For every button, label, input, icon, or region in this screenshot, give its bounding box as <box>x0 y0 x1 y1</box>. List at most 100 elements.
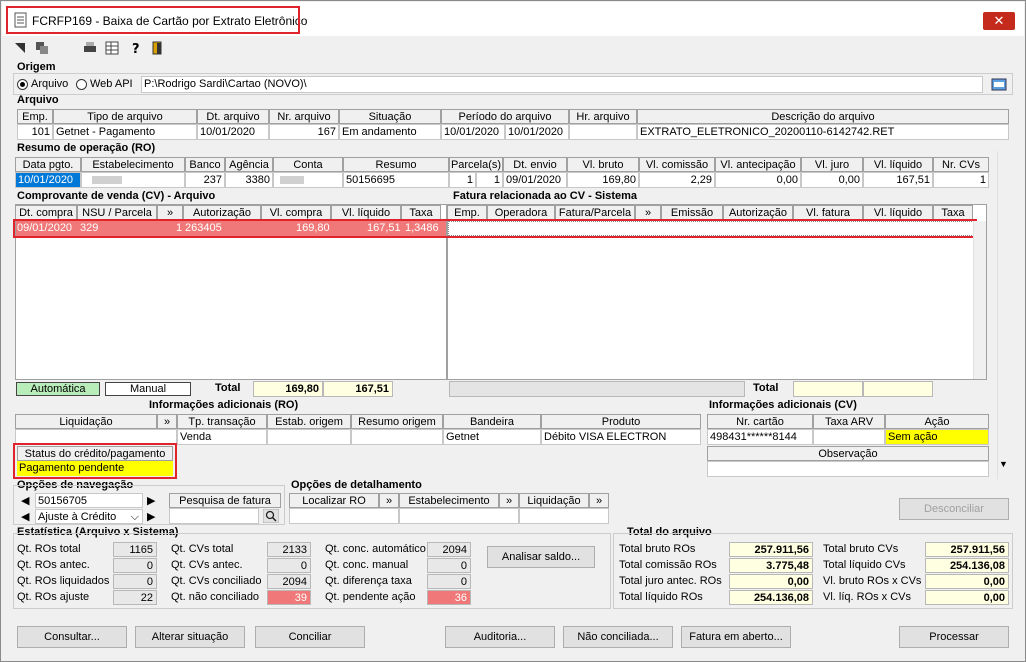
inf-col-produto: Produto <box>541 414 701 429</box>
inf-resumo-origem[interactable] <box>351 429 443 445</box>
cv-col-vl-compra: Vl. compra <box>261 205 331 220</box>
ro-resumo[interactable]: 50156695 <box>343 172 449 188</box>
inf-tp-transacao[interactable]: Venda <box>177 429 267 445</box>
nav-ro-input[interactable]: 50156705 <box>35 493 143 508</box>
inf-col-expand[interactable]: » <box>157 414 177 429</box>
estat-value: 36 <box>427 590 471 605</box>
fat-col-emissao: Emissão <box>661 205 723 220</box>
arquivo-situacao[interactable]: Em andamento <box>339 124 441 140</box>
fatura-total-liquido <box>863 381 933 397</box>
col-data-pgto: Data pgto. <box>15 157 81 172</box>
cv-info-cartao[interactable]: 498431******8144 <box>707 429 813 445</box>
inf-estab-origem[interactable] <box>267 429 351 445</box>
inf-col-liquidacao: Liquidação <box>15 414 157 429</box>
inf-bandeira[interactable]: Getnet <box>443 429 541 445</box>
scroll-down-icon[interactable]: ▼ <box>999 459 1008 469</box>
cv-info-taxa-arv[interactable] <box>813 429 885 445</box>
ro-vl-liquido[interactable]: 167,51 <box>863 172 933 188</box>
col-banco: Banco <box>185 157 225 172</box>
estat-label: Qt. CVs conciliado <box>171 575 262 587</box>
arquivo-periodo-ini[interactable]: 10/01/2020 <box>441 124 505 140</box>
arquivo-tipo[interactable]: Getnet - Pagamento <box>53 124 197 140</box>
ro-parcela-1[interactable]: 1 <box>449 172 476 188</box>
analisar-saldo-button[interactable]: Analisar saldo... <box>487 546 595 568</box>
arquivo-periodo-fim[interactable]: 10/01/2020 <box>505 124 569 140</box>
pesquisa-fatura-input[interactable] <box>169 508 259 524</box>
ro-vl-juro[interactable]: 0,00 <box>801 172 863 188</box>
printer-icon[interactable] <box>83 41 97 55</box>
localizar-ro-input[interactable] <box>289 508 399 524</box>
nav-next-icon[interactable]: ▶ <box>147 494 155 507</box>
ro-nr-cvs[interactable]: 1 <box>933 172 989 188</box>
nav-next2-icon[interactable]: ▶ <box>147 510 155 523</box>
arquivo-descricao[interactable]: EXTRATO_ELETRONICO_20200110-6142742.RET <box>637 124 1009 140</box>
grid-icon[interactable] <box>105 41 119 55</box>
cv-col-expand[interactable]: » <box>157 205 183 220</box>
estat-label: Qt. ROs liquidados <box>17 575 110 587</box>
folder-browse-icon[interactable] <box>991 77 1007 91</box>
arquivo-emp[interactable]: 101 <box>17 124 53 140</box>
ro-parcela-2[interactable]: 1 <box>476 172 503 188</box>
total-value: 0,00 <box>925 574 1009 589</box>
liquidacao-expand[interactable]: » <box>589 493 609 508</box>
inf-produto[interactable]: Débito VISA ELECTRON <box>541 429 701 445</box>
alterar-situacao-button[interactable]: Alterar situação <box>135 626 245 648</box>
auditoria-button[interactable]: Auditoria... <box>445 626 555 648</box>
ro-dt-envio[interactable]: 09/01/2020 <box>503 172 567 188</box>
arquivo-dt[interactable]: 10/01/2020 <box>197 124 269 140</box>
localizar-ro-expand[interactable]: » <box>379 493 399 508</box>
ro-banco[interactable]: 237 <box>185 172 225 188</box>
arquivo-radio[interactable] <box>17 79 28 90</box>
cv-info-acao[interactable]: Sem ação <box>885 429 989 445</box>
exit-icon[interactable] <box>151 41 165 55</box>
estat-value: 0 <box>113 574 157 589</box>
nav-type-select[interactable]: Ajuste à Crédito ⌵ <box>35 509 143 524</box>
estab-input[interactable] <box>399 508 519 524</box>
ro-vl-antecipacao[interactable]: 0,00 <box>715 172 801 188</box>
close-button[interactable]: ✕ <box>983 12 1015 30</box>
fat-col-vl-liquido: Vl. líquido <box>863 205 933 220</box>
ro-estab[interactable] <box>81 172 185 188</box>
nao-conciliada-button[interactable]: Não conciliada... <box>563 626 673 648</box>
search-icon[interactable] <box>263 509 279 523</box>
cv-total-label: Total <box>215 382 241 394</box>
chevron-down-icon: ⌵ <box>130 511 139 523</box>
observacao-field[interactable] <box>707 461 989 477</box>
estat-label: Qt. conc. automático <box>325 543 426 555</box>
arrow-back-icon[interactable] <box>13 41 27 55</box>
webapi-radio[interactable] <box>76 79 87 90</box>
path-input[interactable]: P:\Rodrigo Sardi\Cartao (NOVO)\ <box>141 76 983 93</box>
estat-value: 2133 <box>267 542 311 557</box>
estat-value: 22 <box>113 590 157 605</box>
ro-vl-comissao[interactable]: 2,29 <box>639 172 715 188</box>
total-value: 0,00 <box>925 590 1009 605</box>
ro-agencia[interactable]: 3380 <box>225 172 273 188</box>
liquidacao-input[interactable] <box>519 508 609 524</box>
arquivo-hr[interactable] <box>569 124 637 140</box>
estab-expand[interactable]: » <box>499 493 519 508</box>
consultar-button[interactable]: Consultar... <box>17 626 127 648</box>
legend-manual: Manual <box>105 382 191 396</box>
layers-icon[interactable] <box>35 41 49 55</box>
ro-data-pgto[interactable]: 10/01/2020 <box>15 172 81 188</box>
inf-col-resumo-origem: Resumo origem <box>351 414 443 429</box>
desconciliar-button[interactable]: Desconciliar <box>899 498 1009 520</box>
processar-button[interactable]: Processar <box>899 626 1009 648</box>
conciliar-button[interactable]: Conciliar <box>255 626 365 648</box>
nav-prev2-icon[interactable]: ◀ <box>21 510 29 523</box>
main-vertical-scrollbar[interactable] <box>997 151 1011 479</box>
liquidacao-label: Liquidação <box>519 493 589 508</box>
fat-col-expand[interactable]: » <box>635 205 661 220</box>
ro-conta[interactable] <box>273 172 343 188</box>
fatura-hscroll[interactable] <box>449 381 745 397</box>
help-icon[interactable]: ? <box>129 41 143 55</box>
nav-prev-icon[interactable]: ◀ <box>21 494 29 507</box>
fatura-vertical-scrollbar[interactable] <box>973 221 986 379</box>
col-nr-arquivo: Nr. arquivo <box>269 109 339 124</box>
total-label: Total juro antec. ROs <box>619 575 722 587</box>
col-nr-cvs: Nr. CVs <box>933 157 989 172</box>
arquivo-nr[interactable]: 167 <box>269 124 339 140</box>
ro-vl-bruto[interactable]: 169,80 <box>567 172 639 188</box>
estat-label: Qt. diferença taxa <box>325 575 412 587</box>
fatura-aberto-button[interactable]: Fatura em aberto... <box>681 626 791 648</box>
